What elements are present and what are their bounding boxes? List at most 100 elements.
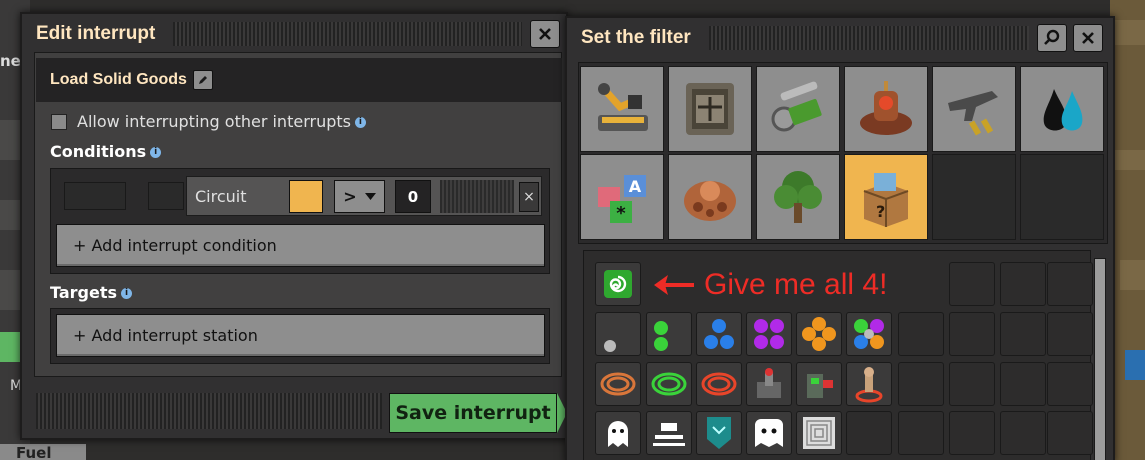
enemies-group-tab[interactable] [668,154,752,240]
empty-item-slot [1047,362,1093,406]
ghost-icon [608,421,628,447]
close-icon [1082,32,1094,44]
empty-item-slot [1000,262,1046,306]
combat-group-tab[interactable] [932,66,1016,152]
info-icon: i [354,117,366,128]
one-dot-item[interactable] [595,312,641,356]
save-interrupt-button[interactable]: Save interrupt [389,393,557,433]
close-button[interactable] [1073,24,1103,52]
scrollbar[interactable] [1094,258,1106,460]
fuel-tab[interactable]: Fuel [0,444,86,460]
annotation-text: Give me all 4! [704,268,888,301]
environment-group-tab[interactable] [756,154,840,240]
empty-item-slot [1047,312,1093,356]
condition-drag-slot[interactable] [64,182,126,210]
empty-item-slot [1000,312,1046,356]
pencil-icon [198,76,207,84]
fluids-group-tab[interactable] [1020,66,1104,152]
shield-icon [707,417,731,449]
background-green-button[interactable] [0,332,22,362]
signals-group-tab[interactable]: A * [580,154,664,240]
remove-condition-button[interactable]: × [519,182,539,212]
background-right [1110,0,1145,460]
targets-label: Targets [50,283,118,302]
copper-coil-item[interactable] [595,362,641,406]
info-icon: i [150,147,162,158]
ghost-block-item[interactable] [746,411,792,455]
drag-handle[interactable] [708,26,1029,50]
three-blue-dots-icon [704,319,734,349]
empty-item-slot [949,312,995,356]
empty-item-slot [1047,262,1093,306]
condition-drag-handle[interactable] [440,180,514,213]
empty-item-slot [949,362,995,406]
pin-marker-item[interactable] [846,362,892,406]
empty-item-slot [1000,411,1046,455]
empty-item-slot [898,411,944,455]
add-interrupt-station-button[interactable]: + Add interrupt station [56,314,545,357]
allow-interrupting-text: Allow interrupting other interrupts [77,112,351,131]
four-purple-dots-item[interactable] [746,312,792,356]
environment-group-icon [774,171,822,223]
rail-item[interactable] [646,411,692,455]
unsorted-group-tab[interactable]: ? [844,154,928,240]
arrow-left-icon [654,275,694,295]
four-orange-dots-icon [802,317,836,351]
two-green-dots-item[interactable] [646,312,692,356]
fluid-box-icon [807,374,833,398]
chevron-down-icon [364,193,376,200]
close-icon [539,28,551,40]
comparator-dropdown[interactable]: > [334,180,385,213]
rename-button[interactable] [192,70,213,90]
green-coil-icon [651,372,687,396]
condition-signal-swatch[interactable] [289,180,323,213]
conditions-label: Conditions [50,142,147,161]
green-coil-item[interactable] [646,362,692,406]
red-coil-icon [701,372,737,396]
signals-group-icon: A* [598,175,646,224]
four-orange-dots-item[interactable] [796,312,842,356]
background-tile [1110,150,1145,170]
svg-text:A: A [629,177,642,196]
condition-signal-label: Circuit [195,187,247,206]
condition-value-input[interactable]: 0 [395,180,431,213]
search-button[interactable] [1037,24,1067,52]
tile-pattern-item[interactable] [796,411,842,455]
fluids-group-icon [1043,89,1083,131]
add-interrupt-condition-button[interactable]: + Add interrupt condition [56,224,545,267]
production-group-tab[interactable] [668,66,752,152]
set-filter-titlebar[interactable]: Set the filter [567,18,1113,58]
footer-drag-handle[interactable] [36,393,382,429]
ghost-item[interactable] [595,411,641,455]
window-title: Set the filter [581,27,691,48]
control-box-icon [757,368,781,398]
red-coil-item[interactable] [696,362,742,406]
interrupt-name: Load Solid Goods [50,71,187,88]
combat-group-icon [948,91,998,136]
shield-item[interactable] [696,411,742,455]
circuit-chip-icon [604,270,632,298]
space-group-tab[interactable] [844,66,928,152]
intermediate-products-group-icon [771,81,822,132]
control-box-item[interactable] [746,362,792,406]
allow-interrupting-checkbox[interactable] [51,114,67,130]
intermediate-products-group-tab[interactable] [756,66,840,152]
remove-condition-label: × [523,189,535,205]
conditions-header: Conditions i [50,142,162,161]
fluid-box-item[interactable] [796,362,842,406]
logistics-group-tab[interactable] [580,66,664,152]
background-blue-block [1125,350,1145,380]
edit-interrupt-titlebar[interactable]: Edit interrupt [22,14,566,54]
four-mixed-dots-item[interactable] [846,312,892,356]
one-dot-icon [604,340,616,352]
info-icon: i [121,288,133,299]
close-button[interactable] [530,20,560,48]
drag-handle[interactable] [173,22,522,46]
comparator-value: > [343,187,357,206]
four-purple-dots-icon [754,319,784,349]
circuit-chip-item[interactable] [595,262,641,306]
three-blue-dots-item[interactable] [696,312,742,356]
condition-logic-slot[interactable] [148,182,184,210]
empty-item-slot [1047,411,1093,455]
four-mixed-dots-icon [854,319,884,349]
